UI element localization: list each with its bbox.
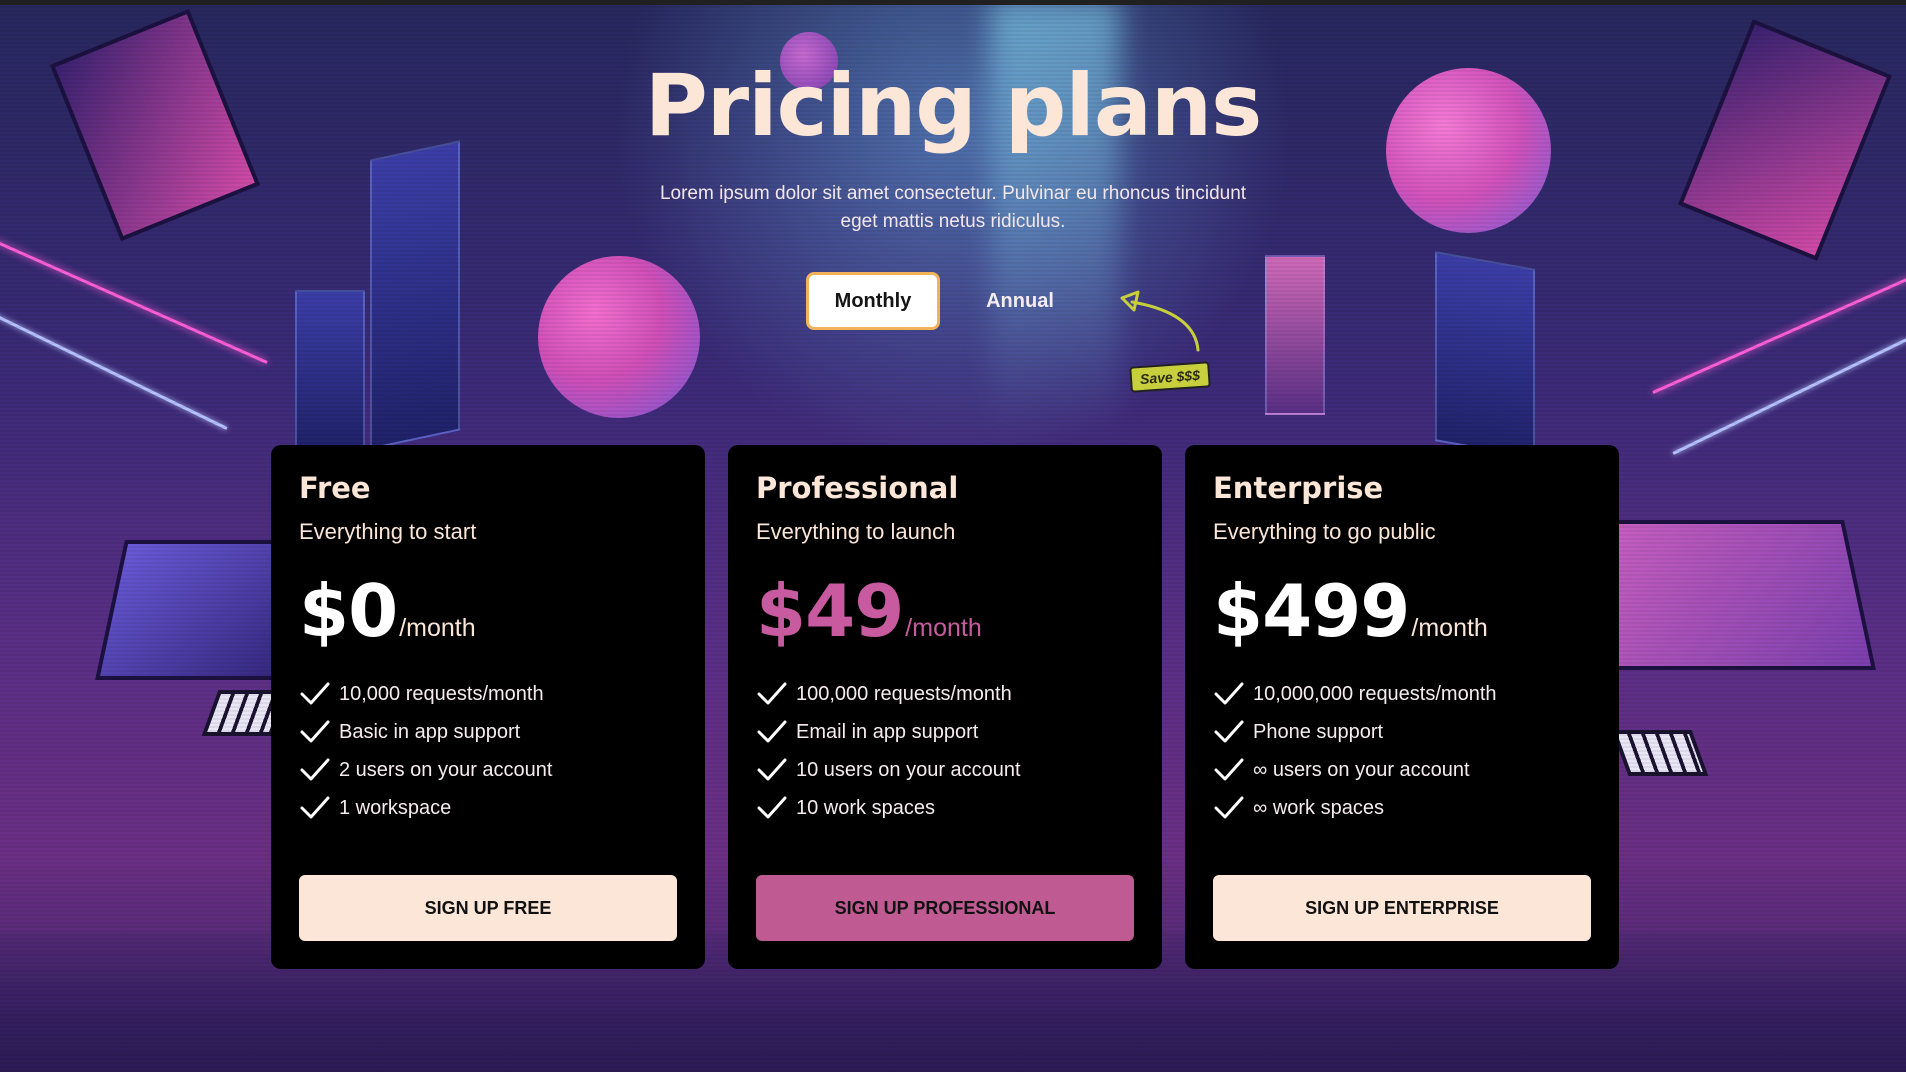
- page-title: Pricing plans: [644, 56, 1263, 156]
- plan-tagline: Everything to start: [299, 519, 477, 544]
- check-icon: [757, 758, 787, 781]
- feature-item: 10 users on your account: [756, 751, 1134, 789]
- feature-item: 2 users on your account: [299, 751, 677, 789]
- check-icon: [300, 720, 330, 743]
- plan-name: Enterprise: [1213, 471, 1384, 505]
- feature-item: 10,000 requests/month: [299, 675, 677, 713]
- check-icon: [757, 682, 787, 705]
- feature-text: 100,000 requests/month: [796, 682, 1012, 705]
- feature-list: 10,000 requests/month Basic in app suppo…: [299, 675, 677, 827]
- feature-text: Phone support: [1253, 720, 1384, 743]
- plan-tagline: Everything to go public: [1213, 519, 1436, 544]
- feature-item: Email in app support: [756, 713, 1134, 751]
- check-icon: [757, 720, 787, 743]
- save-badge: Save $$$: [1129, 361, 1211, 393]
- curved-arrow-icon: [1120, 290, 1200, 352]
- sign-up-enterprise-button[interactable]: SIGN UP ENTERPRISE: [1213, 875, 1591, 941]
- plan-period: /month: [905, 614, 982, 642]
- plan-card-free: Free Everything to start $0 /month 10,00…: [271, 445, 705, 969]
- check-icon: [300, 758, 330, 781]
- feature-text: 2 users on your account: [339, 758, 553, 781]
- plan-card-enterprise: Enterprise Everything to go public $499 …: [1185, 445, 1619, 969]
- check-icon: [1214, 758, 1244, 781]
- feature-text: Email in app support: [796, 720, 979, 743]
- check-icon: [757, 796, 787, 819]
- sign-up-free-button[interactable]: SIGN UP FREE: [299, 875, 677, 941]
- billing-toggle-annual[interactable]: Annual: [960, 272, 1080, 330]
- feature-item: Basic in app support: [299, 713, 677, 751]
- plan-card-professional: Professional Everything to launch $49 /m…: [728, 445, 1162, 969]
- feature-text: 10 users on your account: [796, 758, 1021, 781]
- plan-price: $49: [756, 569, 904, 653]
- sign-up-professional-button[interactable]: SIGN UP PROFESSIONAL: [756, 875, 1134, 941]
- feature-text: 10 work spaces: [796, 796, 935, 819]
- plan-period: /month: [1411, 614, 1488, 642]
- feature-text: Basic in app support: [339, 720, 521, 743]
- feature-text: ∞ users on your account: [1253, 758, 1470, 781]
- plan-price: $0: [299, 569, 398, 653]
- feature-item: 1 workspace: [299, 789, 677, 827]
- feature-item: 10,000,000 requests/month: [1213, 675, 1591, 713]
- top-edge-bar: [0, 0, 1906, 5]
- plan-price: $499: [1213, 569, 1410, 653]
- feature-item: ∞ work spaces: [1213, 789, 1591, 827]
- feature-item: 100,000 requests/month: [756, 675, 1134, 713]
- feature-item: Phone support: [1213, 713, 1591, 751]
- page-subtitle: Lorem ipsum dolor sit amet consectetur. …: [659, 183, 1247, 232]
- feature-text: 10,000,000 requests/month: [1253, 682, 1497, 705]
- price-row: $0 /month: [299, 569, 677, 653]
- check-icon: [1214, 720, 1244, 743]
- plan-period: /month: [399, 614, 476, 642]
- feature-text: ∞ work spaces: [1253, 796, 1384, 819]
- check-icon: [300, 682, 330, 705]
- check-icon: [1214, 796, 1244, 819]
- check-icon: [300, 796, 330, 819]
- feature-list: 10,000,000 requests/month Phone support …: [1213, 675, 1591, 827]
- plan-name: Professional: [756, 471, 959, 505]
- plan-name: Free: [299, 471, 371, 505]
- feature-text: 1 workspace: [339, 796, 452, 819]
- price-row: $49 /month: [756, 569, 1134, 653]
- billing-toggle-monthly[interactable]: Monthly: [806, 272, 940, 330]
- feature-item: 10 work spaces: [756, 789, 1134, 827]
- plan-tagline: Everything to launch: [756, 519, 956, 544]
- feature-text: 10,000 requests/month: [339, 682, 544, 705]
- check-icon: [1214, 682, 1244, 705]
- feature-item: ∞ users on your account: [1213, 751, 1591, 789]
- feature-list: 100,000 requests/month Email in app supp…: [756, 675, 1134, 827]
- price-row: $499 /month: [1213, 569, 1591, 653]
